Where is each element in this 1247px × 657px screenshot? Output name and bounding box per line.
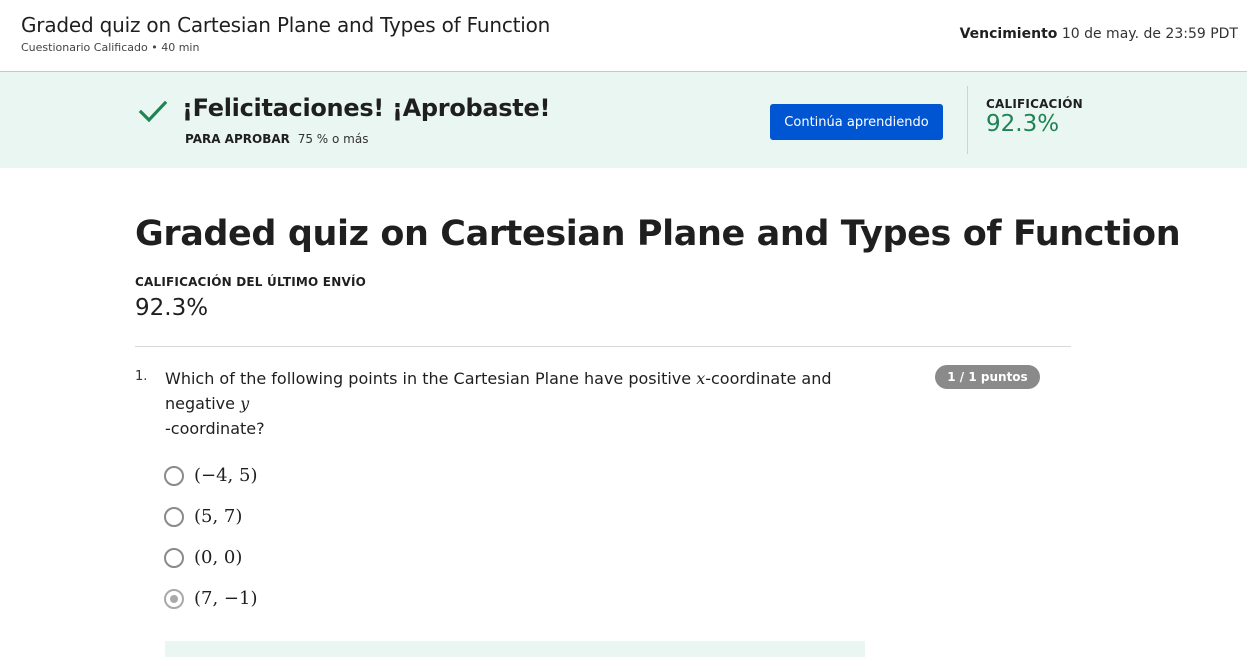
quiz-header-subtitle: Cuestionario Calificado • 40 min <box>21 41 200 54</box>
page-title: Graded quiz on Cartesian Plane and Types… <box>135 214 1181 254</box>
grade-value: 92.3% <box>986 111 1060 137</box>
points-badge: 1 / 1 puntos <box>935 365 1040 389</box>
divider <box>135 346 1071 347</box>
pass-value: 75 % o más <box>297 132 369 146</box>
pass-label: PARA APROBAR <box>185 132 290 146</box>
due-label: Vencimiento <box>959 26 1058 42</box>
option-label: (7, −1) <box>194 588 258 609</box>
due-value: 10 de may. de 23:59 PDT <box>1061 26 1238 42</box>
checkmark-icon <box>138 100 168 123</box>
due-date: Vencimiento 10 de may. de 23:59 PDT <box>960 26 1238 42</box>
question-text-part1: Which of the following points in the Car… <box>165 369 697 388</box>
quiz-header-title: Graded quiz on Cartesian Plane and Types… <box>21 13 551 37</box>
answer-feedback-box <box>165 641 865 657</box>
pass-headline: ¡Felicitaciones! ¡Aprobaste! <box>182 94 551 122</box>
continue-learning-button[interactable]: Continúa aprendiendo <box>770 104 943 140</box>
radio-button[interactable] <box>164 548 184 568</box>
question-text: Which of the following points in the Car… <box>165 366 885 441</box>
banner-divider <box>967 86 968 154</box>
radio-button[interactable] <box>164 507 184 527</box>
variable-y: y <box>240 394 250 413</box>
last-submission-label: CALIFICACIÓN DEL ÚLTIMO ENVÍO <box>135 275 367 289</box>
option-label: (0, 0) <box>194 547 243 568</box>
question-number: 1. <box>135 369 148 384</box>
question-text-part3: -coordinate? <box>165 419 265 438</box>
radio-button[interactable] <box>164 466 184 486</box>
option-label: (5, 7) <box>194 506 243 527</box>
top-bar: Graded quiz on Cartesian Plane and Types… <box>0 0 1247 72</box>
radio-button-selected[interactable] <box>164 589 184 609</box>
pass-requirement: PARA APROBAR 75 % o más <box>185 132 368 146</box>
variable-x: x <box>696 369 706 388</box>
grade-label: CALIFICACIÓN <box>986 97 1083 111</box>
last-submission-grade: 92.3% <box>135 295 209 321</box>
option-label: (−4, 5) <box>194 465 258 486</box>
